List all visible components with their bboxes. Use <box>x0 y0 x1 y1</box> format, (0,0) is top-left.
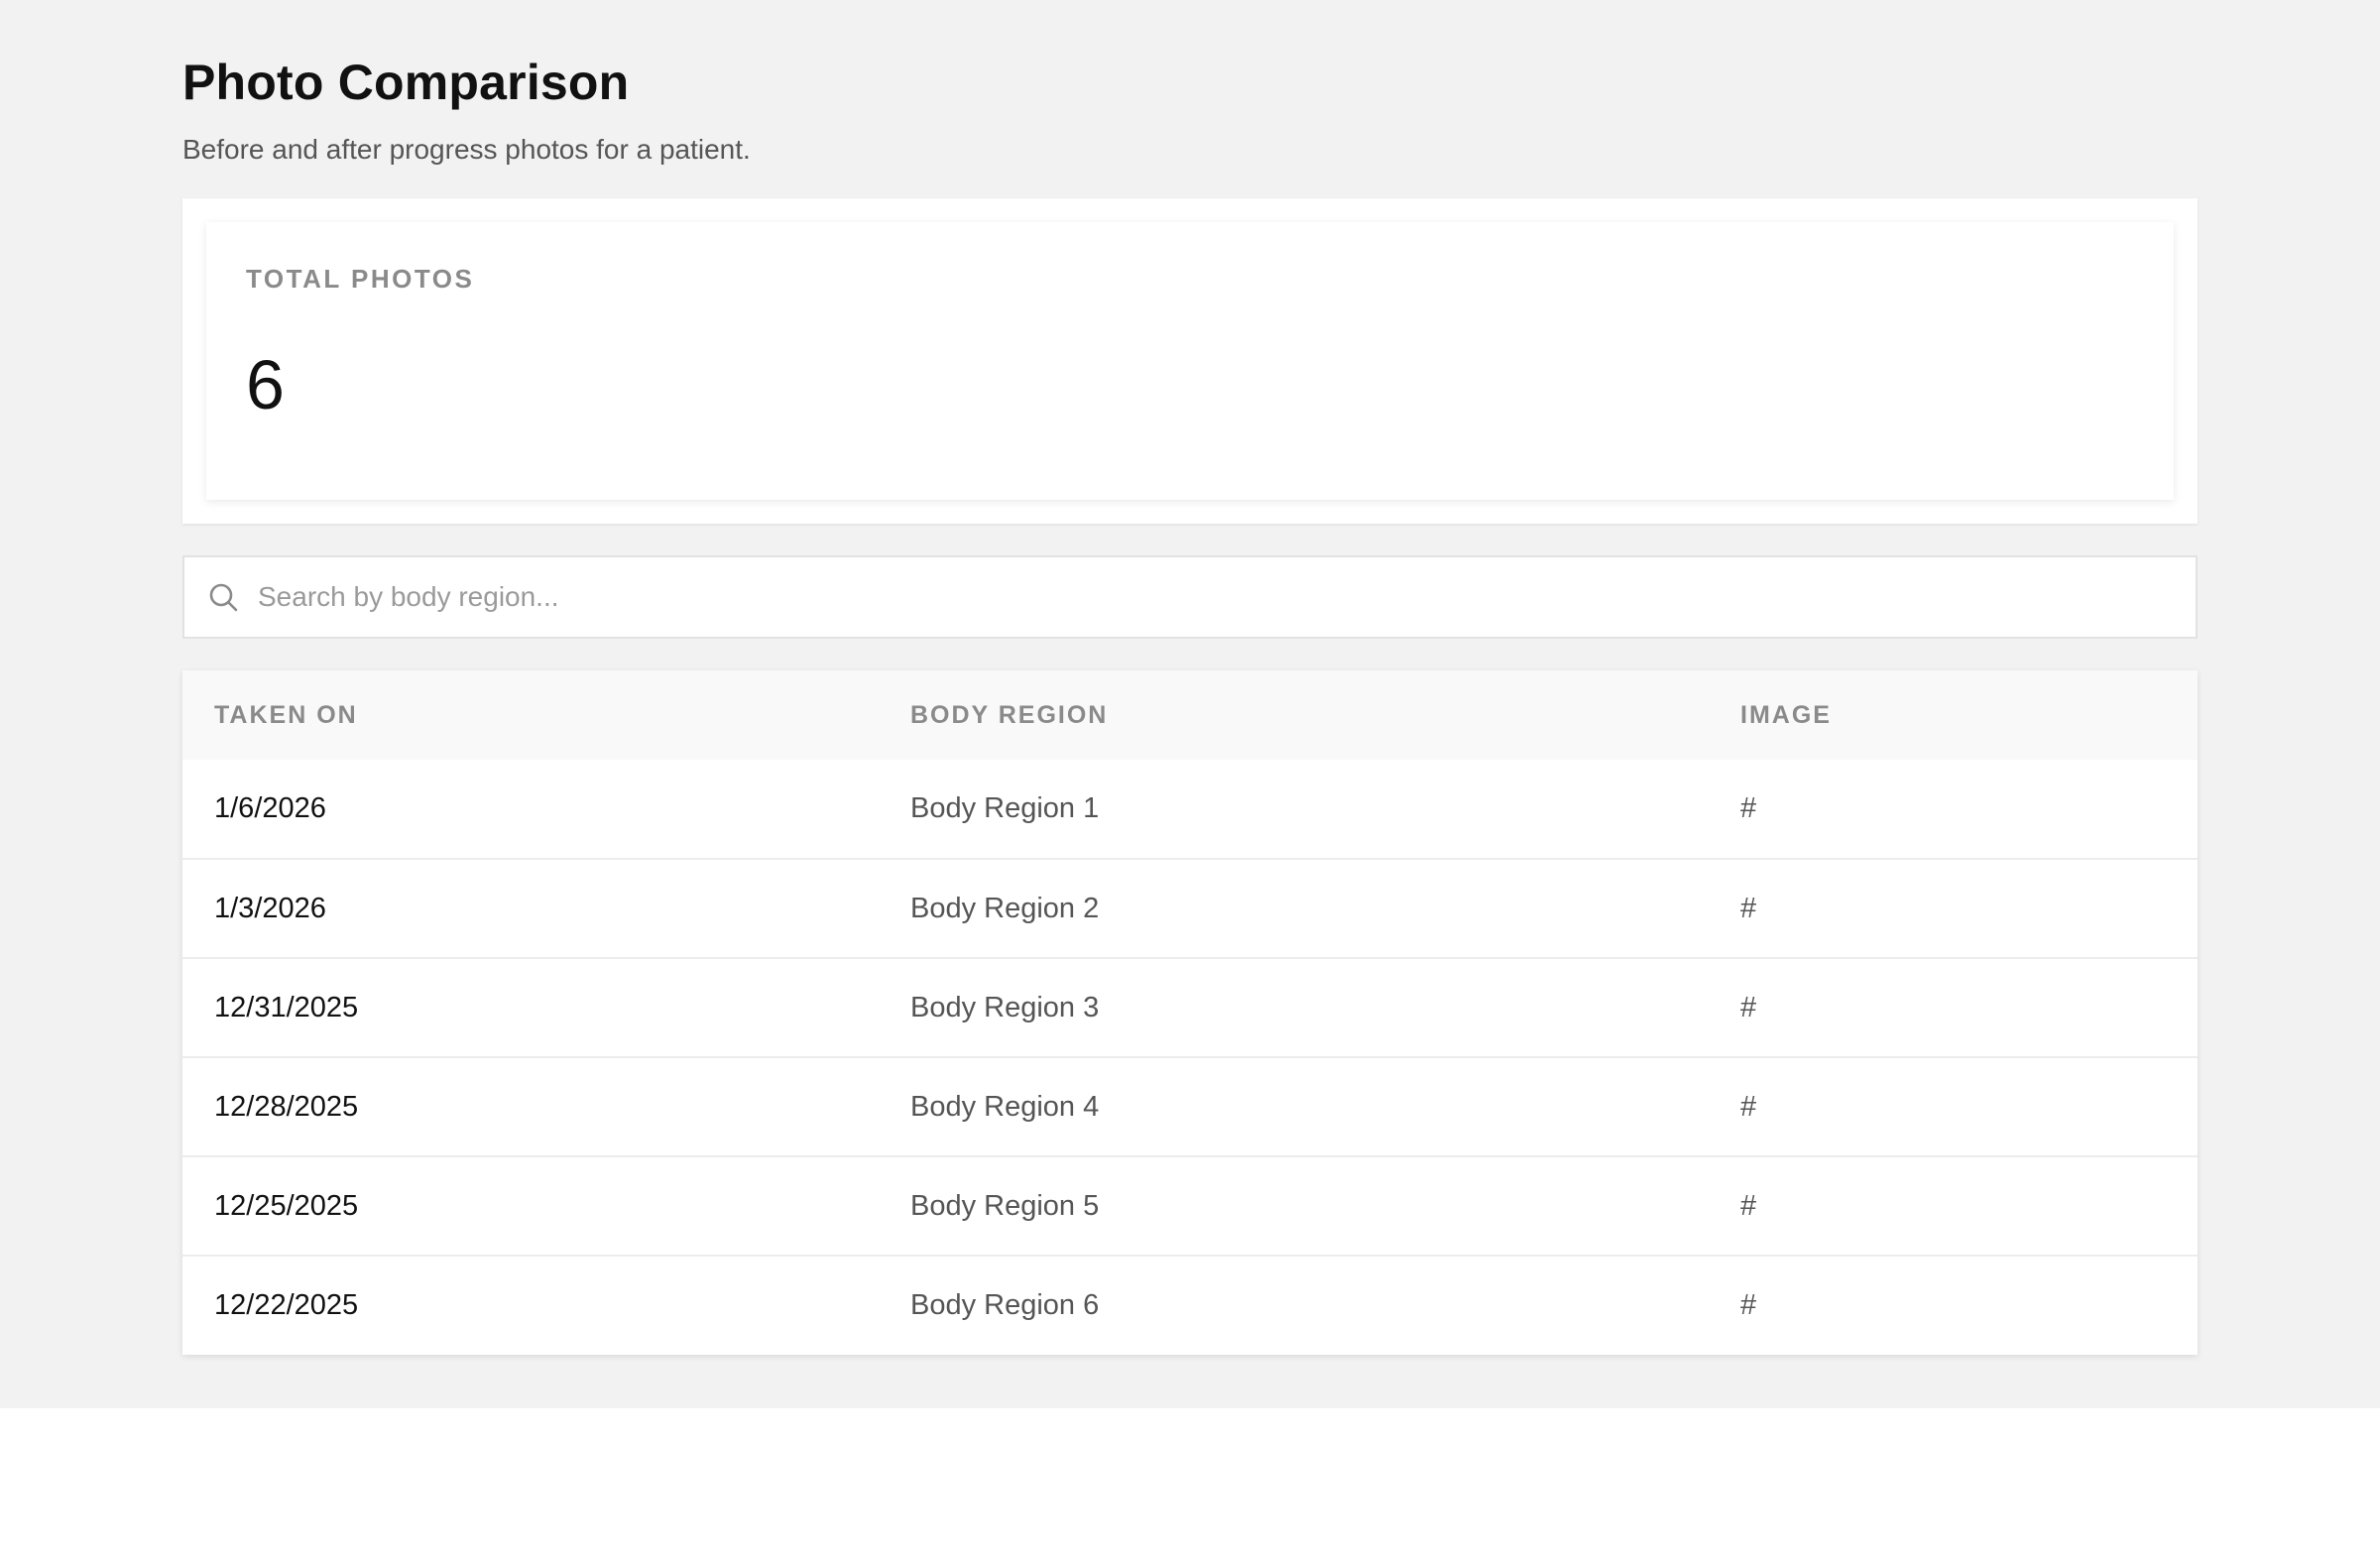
page-title: Photo Comparison <box>182 55 630 110</box>
page-subtitle: Before and after progress photos for a p… <box>182 134 751 165</box>
image-link[interactable]: # <box>1709 1057 2198 1156</box>
table-header: TAKEN ON BODY REGION IMAGE <box>182 670 2198 760</box>
column-header-body-region: BODY REGION <box>910 700 1109 729</box>
image-link[interactable]: # <box>1709 1156 2198 1256</box>
table-row[interactable]: 12/31/2025 Body Region 3 # <box>182 958 2198 1057</box>
taken-on-cell: 12/22/2025 <box>214 1289 359 1321</box>
body-region-cell: Body Region 4 <box>910 1090 1100 1123</box>
column-header-image: IMAGE <box>1740 700 1832 729</box>
search-input[interactable] <box>256 566 2196 628</box>
photos-table: TAKEN ON BODY REGION IMAGE 1/6/2026 Body… <box>182 670 2198 1355</box>
stats-panel: TOTAL PHOTOS 6 <box>182 198 2198 524</box>
image-link[interactable]: # <box>1709 859 2198 958</box>
body-region-cell: Body Region 5 <box>910 1189 1100 1222</box>
app-container: Photo Comparison Before and after progre… <box>0 0 2380 1408</box>
body-region-cell: Body Region 1 <box>910 792 1100 824</box>
table-row[interactable]: 1/3/2026 Body Region 2 # <box>182 859 2198 958</box>
table-row[interactable]: 1/6/2026 Body Region 1 # <box>182 760 2198 859</box>
image-link[interactable]: # <box>1709 760 2198 859</box>
total-photos-card: TOTAL PHOTOS 6 <box>206 222 2174 500</box>
table-body: 1/6/2026 Body Region 1 # 1/3/2026 Body R… <box>182 760 2198 1355</box>
photos-table-card: TAKEN ON BODY REGION IMAGE 1/6/2026 Body… <box>182 670 2198 1355</box>
body-region-cell: Body Region 3 <box>910 991 1100 1023</box>
search-icon <box>206 580 240 614</box>
body-region-cell: Body Region 6 <box>910 1289 1100 1321</box>
table-row[interactable]: 12/28/2025 Body Region 4 # <box>182 1057 2198 1156</box>
total-photos-label: TOTAL PHOTOS <box>246 264 475 294</box>
taken-on-cell: 1/3/2026 <box>214 892 326 924</box>
search-box[interactable] <box>182 555 2198 639</box>
table-row[interactable]: 12/25/2025 Body Region 5 # <box>182 1156 2198 1256</box>
table-header-row: TAKEN ON BODY REGION IMAGE <box>182 670 2198 760</box>
column-header-taken-on: TAKEN ON <box>214 700 358 729</box>
taken-on-cell: 12/28/2025 <box>214 1090 359 1123</box>
table-row[interactable]: 12/22/2025 Body Region 6 # <box>182 1256 2198 1355</box>
body-region-cell: Body Region 2 <box>910 892 1100 924</box>
image-link[interactable]: # <box>1709 958 2198 1057</box>
taken-on-cell: 12/25/2025 <box>214 1189 359 1222</box>
taken-on-cell: 12/31/2025 <box>214 991 359 1023</box>
total-photos-value: 6 <box>246 346 285 423</box>
taken-on-cell: 1/6/2026 <box>214 792 326 824</box>
image-link[interactable]: # <box>1709 1256 2198 1355</box>
